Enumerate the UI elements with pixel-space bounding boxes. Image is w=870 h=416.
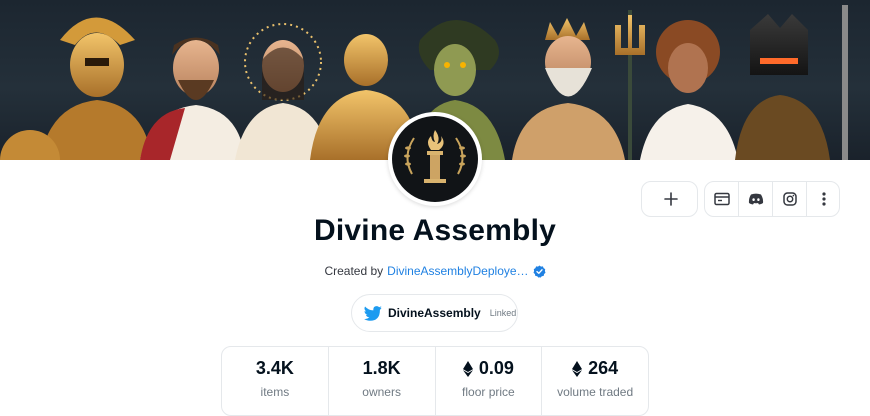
stat-volume-traded-value: 264 <box>588 358 619 378</box>
ethereum-icon <box>462 360 473 377</box>
discord-icon <box>748 193 763 205</box>
stat-items[interactable]: 3.4K items <box>222 347 329 415</box>
website-button[interactable] <box>705 182 738 216</box>
twitter-linked-label: Linked <box>489 308 517 318</box>
stat-items-value: 3.4K <box>255 358 294 378</box>
ethereum-icon <box>572 360 583 377</box>
created-by-label: Created by <box>324 264 384 278</box>
stat-floor-price-label: floor price <box>462 385 515 399</box>
instagram-button[interactable] <box>773 182 806 216</box>
more-options-button[interactable] <box>807 182 840 216</box>
stat-owners-label: owners <box>362 385 401 399</box>
stat-owners[interactable]: 1.8K owners <box>329 347 436 415</box>
more-vertical-icon <box>821 192 826 206</box>
twitter-icon <box>364 305 382 321</box>
verified-badge-icon <box>533 265 546 278</box>
created-by-line: Created by DivineAssemblyDeploye… <box>0 264 870 278</box>
instagram-icon <box>782 192 797 206</box>
add-button-group <box>641 181 698 217</box>
collection-title: Divine Assembly <box>314 214 556 247</box>
stat-floor-price[interactable]: 0.09 floor price <box>436 347 543 415</box>
twitter-link[interactable]: DivineAssembly Linked <box>351 294 518 332</box>
stat-items-label: items <box>260 385 290 399</box>
plus-icon <box>663 192 678 206</box>
creator-link[interactable]: DivineAssemblyDeploye… <box>387 264 528 278</box>
website-icon <box>713 192 730 206</box>
stat-floor-price-value: 0.09 <box>478 358 514 378</box>
stat-volume-traded[interactable]: 264 volume traded <box>542 347 648 415</box>
stat-volume-traded-label: volume traded <box>557 385 634 399</box>
torch-logo-icon <box>404 130 466 183</box>
collection-stats: 3.4K items 1.8K owners 0.09 floor price … <box>221 346 649 416</box>
social-links-group <box>704 181 840 217</box>
discord-button[interactable] <box>739 182 772 216</box>
stat-owners-value: 1.8K <box>362 358 401 378</box>
twitter-handle: DivineAssembly <box>388 306 481 320</box>
collection-avatar <box>388 112 482 206</box>
add-button[interactable] <box>654 182 687 216</box>
